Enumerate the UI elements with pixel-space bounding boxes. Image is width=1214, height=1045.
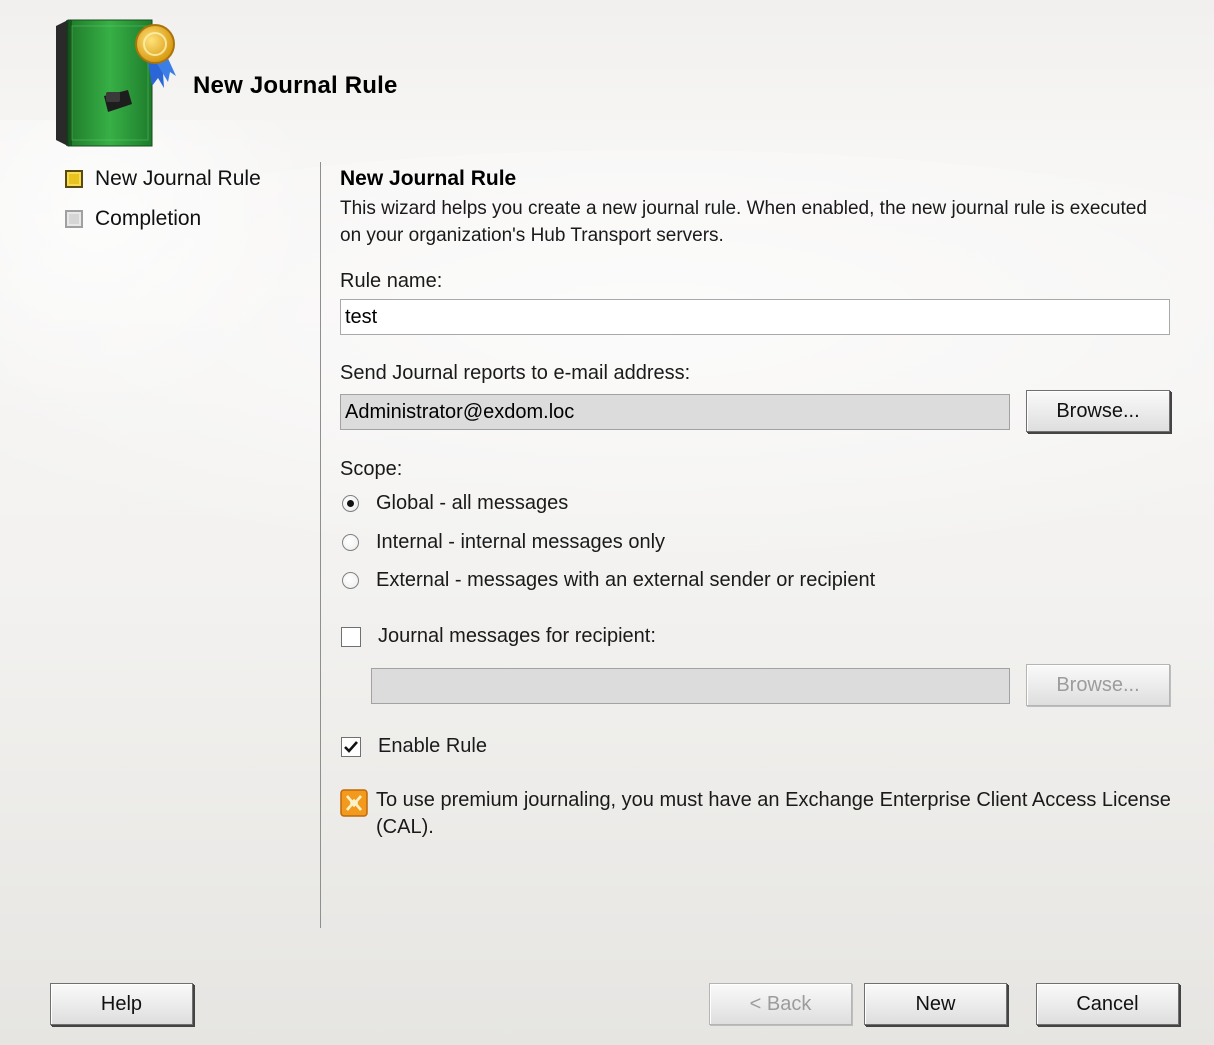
wizard-window: New Journal Rule New Journal Rule Comple… — [0, 0, 1214, 1045]
enable-rule-option[interactable]: Enable Rule — [341, 735, 487, 758]
step-label: Completion — [95, 207, 202, 230]
journal-recipient-option[interactable]: Journal messages for recipient: — [341, 625, 656, 648]
radio-button[interactable] — [342, 495, 359, 512]
background-glow — [0, 120, 320, 420]
rule-name-input[interactable]: test — [340, 299, 1170, 335]
browse-recipient-button[interactable]: Browse... — [1026, 664, 1170, 706]
step-pending-icon — [65, 210, 83, 228]
rule-name-label: Rule name: — [340, 270, 443, 292]
section-description: This wizard helps you create a new journ… — [340, 198, 1147, 246]
new-button[interactable]: New — [864, 983, 1007, 1025]
radio-button[interactable] — [342, 572, 359, 589]
scope-option-global[interactable]: Global - all messages — [342, 492, 568, 515]
checkmark-icon — [344, 740, 358, 753]
radio-button[interactable] — [342, 534, 359, 551]
scope-option-label: Global - all messages — [376, 492, 569, 514]
journal-recipient-checkbox[interactable] — [341, 626, 361, 647]
enable-rule-label: Enable Rule — [378, 735, 487, 757]
send-reports-address-field[interactable]: Administrator@exdom.loc — [340, 394, 1010, 430]
step-active-icon — [65, 170, 83, 188]
journal-book-icon — [52, 18, 178, 148]
section-title: New Journal Rule — [340, 167, 517, 190]
journal-recipient-field[interactable] — [371, 668, 1010, 704]
step-new-journal-rule: New Journal Rule — [65, 166, 261, 192]
help-button[interactable]: Help — [50, 983, 193, 1025]
step-label: New Journal Rule — [95, 167, 261, 190]
scope-label: Scope: — [340, 458, 403, 480]
vertical-divider — [320, 162, 321, 928]
scope-option-label: External - messages with an external sen… — [376, 569, 876, 591]
scope-option-internal[interactable]: Internal - internal messages only — [342, 531, 665, 554]
wizard-steps: New Journal Rule Completion — [65, 166, 261, 246]
step-completion: Completion — [65, 206, 261, 232]
wizard-header-title: New Journal Rule — [193, 72, 398, 99]
send-reports-label: Send Journal reports to e-mail address: — [340, 362, 691, 384]
exchange-info-icon — [340, 789, 368, 817]
browse-address-button[interactable]: Browse... — [1026, 390, 1170, 432]
info-message: To use premium journaling, you must have… — [340, 787, 1196, 841]
cancel-button[interactable]: Cancel — [1036, 983, 1179, 1025]
scope-option-label: Internal - internal messages only — [376, 531, 666, 553]
info-text: To use premium journaling, you must have… — [376, 789, 1171, 838]
enable-rule-checkbox[interactable] — [341, 736, 361, 757]
back-button[interactable]: < Back — [709, 983, 852, 1025]
scope-option-external[interactable]: External - messages with an external sen… — [342, 569, 875, 592]
journal-recipient-label: Journal messages for recipient: — [378, 625, 656, 647]
wizard-content: New Journal Rule This wizard helps you c… — [340, 166, 1190, 249]
